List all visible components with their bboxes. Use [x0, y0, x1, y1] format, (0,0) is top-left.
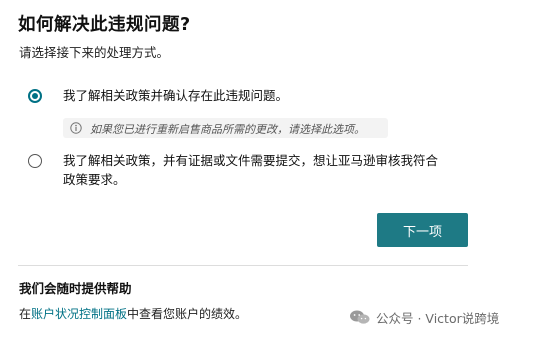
option-confirm-label[interactable]: 我了解相关政策并确认存在此违规问题。 [63, 86, 288, 105]
help-title: 我们会随时提供帮助 [19, 281, 132, 296]
info-hint-box: 如果您已进行重新启售商品所需的更改，请选择此选项。 [63, 118, 388, 138]
watermark-text: 公众号 · Victor说跨境 [376, 310, 500, 326]
option-appeal-radio[interactable] [28, 154, 42, 168]
wechat-icon [350, 310, 370, 324]
watermark: 公众号 · Victor说跨境 [349, 308, 499, 326]
info-hint-text: 如果您已进行重新启售商品所需的更改，请选择此选项。 [90, 123, 365, 136]
option-confirm-radio[interactable] [28, 89, 42, 103]
option-appeal-label-line2: 政策要求。 [63, 172, 126, 187]
next-button[interactable]: 下一项 [377, 213, 468, 247]
help-text-prefix: 在 [19, 307, 32, 321]
info-icon [70, 122, 82, 134]
page-subtitle: 请选择接下来的处理方式。 [19, 45, 170, 60]
option-appeal-label[interactable]: 我了解相关政策，并有证据或文件需要提交，想让亚马逊审核我符合 政策要求。 [63, 151, 438, 189]
divider [18, 265, 468, 266]
option-appeal-label-line1: 我了解相关政策，并有证据或文件需要提交，想让亚马逊审核我符合 [63, 153, 439, 168]
help-text: 在账户状况控制面板中查看您账户的绩效。 [19, 305, 247, 322]
help-text-suffix: 中查看您账户的绩效。 [127, 307, 248, 321]
account-health-link[interactable]: 账户状况控制面板 [31, 307, 127, 321]
page-title: 如何解决此违规问题? [18, 15, 191, 35]
